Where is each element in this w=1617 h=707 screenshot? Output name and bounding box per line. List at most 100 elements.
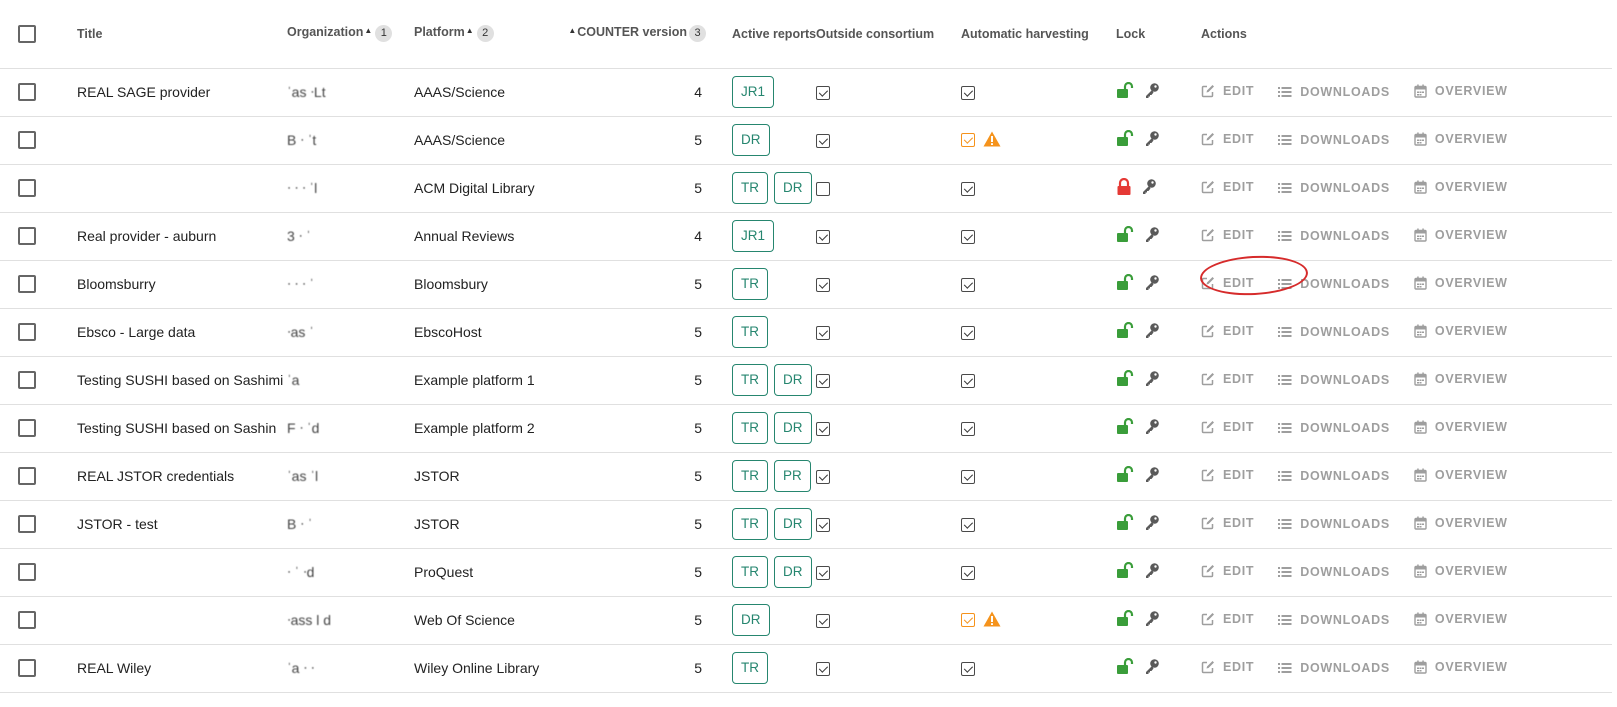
row-checkbox[interactable] — [18, 515, 36, 534]
table-row[interactable]: Real provider - auburn 3 ᐧ ˈ Annual Revi… — [0, 212, 1612, 261]
outside-consortium-checkbox[interactable] — [816, 230, 830, 245]
report-chip[interactable]: TR — [732, 652, 768, 684]
overview-button[interactable]: OVERVIEW — [1414, 324, 1508, 338]
outside-consortium-checkbox[interactable] — [816, 566, 830, 581]
overview-button[interactable]: OVERVIEW — [1414, 516, 1508, 530]
downloads-button[interactable]: DOWNLOADS — [1278, 661, 1390, 675]
outside-consortium-checkbox[interactable] — [816, 662, 830, 677]
outside-consortium-checkbox[interactable] — [816, 470, 830, 485]
report-chip[interactable]: DR — [774, 172, 812, 204]
outside-consortium-checkbox[interactable] — [816, 326, 830, 341]
report-chip[interactable]: DR — [732, 124, 770, 156]
edit-button[interactable]: EDIT — [1201, 180, 1254, 194]
automatic-harvesting-checkbox[interactable] — [961, 613, 975, 627]
edit-button[interactable]: EDIT — [1201, 612, 1254, 626]
table-row[interactable]: REAL SAGE provider ˈas ᐧLt AAAS/Science … — [0, 68, 1612, 117]
table-row[interactable]: REAL JSTOR credentials ˈas ˈl JSTOR 5 TR… — [0, 452, 1612, 501]
edit-button[interactable]: EDIT — [1201, 516, 1254, 530]
row-checkbox[interactable] — [18, 83, 36, 102]
overview-button[interactable]: OVERVIEW — [1414, 276, 1508, 290]
automatic-harvesting-checkbox[interactable] — [961, 470, 975, 485]
lock-open-icon[interactable] — [1116, 513, 1135, 534]
lock-open-icon[interactable] — [1116, 609, 1135, 630]
lock-open-icon[interactable] — [1116, 417, 1135, 438]
key-icon[interactable] — [1144, 658, 1160, 678]
automatic-harvesting-checkbox[interactable] — [961, 230, 975, 245]
select-all-checkbox[interactable] — [18, 24, 36, 43]
lock-open-icon[interactable] — [1116, 369, 1135, 390]
overview-button[interactable]: OVERVIEW — [1414, 468, 1508, 482]
key-icon[interactable] — [1144, 610, 1160, 630]
outside-consortium-checkbox[interactable] — [816, 182, 830, 197]
key-icon[interactable] — [1144, 370, 1160, 390]
key-icon[interactable] — [1144, 82, 1160, 102]
downloads-button[interactable]: DOWNLOADS — [1278, 181, 1390, 195]
column-counter-version[interactable]: ▲COUNTER version 3 — [556, 0, 708, 69]
table-row[interactable]: ᐧ ˈ ᐧd ProQuest 5 TR DR EDIT DOWNLOADS OVER… — [0, 548, 1612, 597]
lock-open-icon[interactable] — [1116, 225, 1135, 246]
row-checkbox[interactable] — [18, 563, 36, 582]
table-row[interactable]: Bloomsburry ᐧ ᐧ ᐧ ˈ Bloomsbury 5 TR EDIT… — [0, 260, 1612, 309]
table-row[interactable]: Testing SUSHI based on Sashimi ˈa Exampl… — [0, 356, 1612, 405]
automatic-harvesting-checkbox[interactable] — [961, 566, 975, 581]
report-chip[interactable]: TR — [732, 268, 768, 300]
automatic-harvesting-checkbox[interactable] — [961, 133, 975, 147]
edit-button[interactable]: EDIT — [1201, 372, 1254, 386]
edit-button[interactable]: EDIT — [1201, 564, 1254, 578]
lock-open-icon[interactable] — [1116, 657, 1135, 678]
row-checkbox[interactable] — [18, 131, 36, 150]
report-chip[interactable]: DR — [774, 412, 812, 444]
column-active-reports[interactable]: Active reports — [708, 0, 816, 69]
row-checkbox[interactable] — [18, 659, 36, 678]
key-icon[interactable] — [1144, 514, 1160, 534]
key-icon[interactable] — [1144, 418, 1160, 438]
report-chip[interactable]: DR — [732, 604, 770, 636]
edit-button[interactable]: EDIT — [1201, 420, 1254, 434]
downloads-button[interactable]: DOWNLOADS — [1278, 613, 1390, 627]
downloads-button[interactable]: DOWNLOADS — [1278, 469, 1390, 483]
lock-open-icon[interactable] — [1116, 465, 1135, 486]
report-chip[interactable]: TR — [732, 172, 768, 204]
downloads-button[interactable]: DOWNLOADS — [1278, 133, 1390, 147]
outside-consortium-checkbox[interactable] — [816, 86, 830, 101]
lock-open-icon[interactable] — [1116, 321, 1135, 342]
column-lock[interactable]: Lock — [1116, 0, 1201, 69]
key-icon[interactable] — [1144, 466, 1160, 486]
lock-open-icon[interactable] — [1116, 561, 1135, 582]
report-chip[interactable]: DR — [774, 364, 812, 396]
row-checkbox[interactable] — [18, 227, 36, 246]
row-checkbox[interactable] — [18, 419, 36, 438]
table-row[interactable]: Ebsco - Large data ᐧas ˈ EbscoHost 5 TR … — [0, 308, 1612, 357]
edit-button[interactable]: EDIT — [1201, 84, 1254, 98]
outside-consortium-checkbox[interactable] — [816, 374, 830, 389]
report-chip[interactable]: TR — [732, 364, 768, 396]
overview-button[interactable]: OVERVIEW — [1414, 612, 1508, 626]
automatic-harvesting-checkbox[interactable] — [961, 86, 975, 101]
downloads-button[interactable]: DOWNLOADS — [1278, 565, 1390, 579]
downloads-button[interactable]: DOWNLOADS — [1278, 325, 1390, 339]
automatic-harvesting-checkbox[interactable] — [961, 278, 975, 293]
key-icon[interactable] — [1141, 178, 1157, 198]
overview-button[interactable]: OVERVIEW — [1414, 564, 1508, 578]
overview-button[interactable]: OVERVIEW — [1414, 660, 1508, 674]
downloads-button[interactable]: DOWNLOADS — [1278, 373, 1390, 387]
report-chip[interactable]: TR — [732, 556, 768, 588]
overview-button[interactable]: OVERVIEW — [1414, 228, 1508, 242]
outside-consortium-checkbox[interactable] — [816, 422, 830, 437]
overview-button[interactable]: OVERVIEW — [1414, 132, 1508, 146]
report-chip[interactable]: JR1 — [732, 220, 775, 252]
column-outside-consortium[interactable]: Outside consortium — [816, 0, 961, 69]
report-chip[interactable]: DR — [774, 508, 812, 540]
outside-consortium-checkbox[interactable] — [816, 614, 830, 629]
downloads-button[interactable]: DOWNLOADS — [1278, 85, 1390, 99]
row-checkbox[interactable] — [18, 179, 36, 198]
automatic-harvesting-checkbox[interactable] — [961, 182, 975, 197]
automatic-harvesting-checkbox[interactable] — [961, 326, 975, 341]
row-checkbox[interactable] — [18, 611, 36, 630]
downloads-button[interactable]: DOWNLOADS — [1278, 277, 1390, 291]
report-chip[interactable]: TR — [732, 412, 768, 444]
outside-consortium-checkbox[interactable] — [816, 278, 830, 293]
row-checkbox[interactable] — [18, 467, 36, 486]
table-row[interactable]: Testing SUSHI based on Sashin F ᐧ ˈd Exa… — [0, 404, 1612, 453]
key-icon[interactable] — [1144, 274, 1160, 294]
